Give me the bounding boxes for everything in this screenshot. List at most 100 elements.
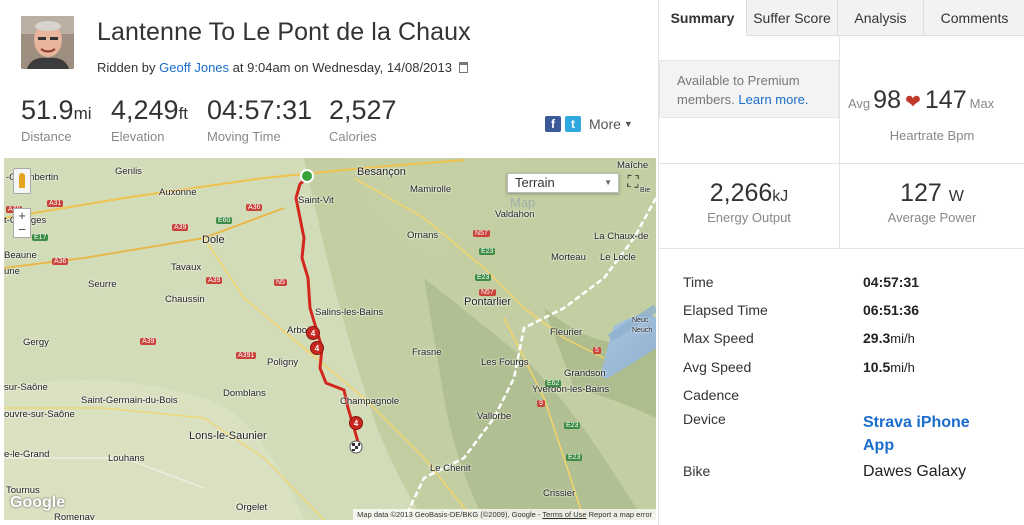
street-view-pegman-icon[interactable] bbox=[13, 168, 31, 194]
athlete-link[interactable]: Geoff Jones bbox=[159, 60, 229, 75]
map-place-label: Domblans bbox=[223, 388, 266, 399]
zoom-in-button[interactable]: + bbox=[14, 209, 30, 223]
hr-max-value: 147 bbox=[924, 86, 967, 114]
share-bar: f t More ▼ bbox=[545, 116, 633, 132]
twitter-icon[interactable]: t bbox=[565, 116, 581, 132]
tab-bar: Summary Suffer Score Analysis Comments bbox=[659, 0, 1024, 36]
detail-key: Max Speed bbox=[683, 330, 754, 346]
zoom-out-button[interactable]: − bbox=[14, 223, 30, 237]
map-layer-value: Terrain bbox=[515, 175, 555, 190]
map-place-label: Yverdon-les-Bains bbox=[532, 384, 610, 395]
map-place-label: Besançon bbox=[357, 166, 406, 178]
energy-unit: kJ bbox=[772, 188, 789, 205]
fullscreen-icon[interactable]: ⛶ bbox=[623, 173, 643, 193]
route-marker[interactable]: 4 bbox=[310, 341, 324, 355]
road-badge: E23 bbox=[566, 454, 583, 461]
detail-value: 06:51:36 bbox=[863, 302, 919, 318]
map-place-label: Orgelet bbox=[236, 502, 268, 513]
road-badge: E17 bbox=[32, 234, 49, 241]
stat-moving-time: 04:57:31 Moving Time bbox=[207, 95, 312, 144]
map-place-label: Neuch bbox=[632, 327, 653, 334]
power-value: 127 bbox=[900, 179, 942, 207]
map-watermark: Map bbox=[510, 195, 536, 210]
road-badge: A31 bbox=[47, 200, 64, 207]
road-badge: N5 bbox=[274, 279, 287, 286]
map-place-label: Poligny bbox=[267, 357, 299, 368]
detail-unit: mi/h bbox=[890, 331, 915, 346]
facebook-icon[interactable]: f bbox=[545, 116, 561, 132]
athlete-avatar[interactable] bbox=[21, 16, 74, 69]
stat-label: Distance bbox=[21, 129, 72, 144]
energy-value: 2,266 bbox=[709, 179, 773, 207]
detail-key: Time bbox=[683, 274, 714, 290]
activity-title: Lantenne To Le Pont de la Chaux bbox=[97, 18, 471, 46]
map-place-label: Champagnole bbox=[340, 396, 400, 407]
road-badge: A36 bbox=[246, 204, 263, 211]
map-place-label: Les Fourgs bbox=[481, 357, 529, 368]
stat-calories: 2,527 Calories bbox=[329, 95, 397, 144]
hr-max-label: Max bbox=[969, 96, 995, 111]
hr-avg-label: Avg bbox=[848, 96, 871, 111]
map-place-label: Beaune bbox=[4, 250, 37, 261]
average-power: 127 W Average Power bbox=[839, 179, 1024, 225]
heart-icon: ❤ bbox=[904, 92, 921, 113]
map-place-label: Crissier bbox=[543, 488, 576, 499]
detail-value: 29.3mi/h bbox=[863, 330, 915, 346]
stat-unit: ft bbox=[178, 104, 189, 123]
google-logo: Google bbox=[10, 494, 66, 511]
map-place-label: Auxonne bbox=[159, 187, 197, 198]
map-place-label: Le Locle bbox=[600, 252, 636, 263]
map-place-label: Saint-Vit bbox=[298, 195, 334, 206]
stat-distance: 51.9mi Distance bbox=[21, 95, 92, 144]
tab-comments[interactable]: Comments bbox=[924, 0, 1024, 36]
detail-key: Bike bbox=[683, 463, 711, 479]
activity-summary-panel: Summary Suffer Score Analysis Comments A… bbox=[658, 0, 1024, 525]
map-place-label: Salins-les-Bains bbox=[315, 307, 384, 318]
calendar-icon[interactable] bbox=[458, 62, 468, 73]
zoom-control[interactable]: + − bbox=[13, 208, 31, 238]
detail-value: Dawes Galaxy bbox=[863, 463, 967, 480]
hr-label-text: Heartrate bbox=[889, 128, 944, 143]
map-place-label: Mamirolle bbox=[410, 184, 452, 195]
road-badge: A36 bbox=[52, 258, 69, 265]
map-attribution-text: Map data ©2013 GeoBasis-DE/BKG (©2009), … bbox=[357, 510, 541, 519]
more-dropdown[interactable]: More ▼ bbox=[589, 116, 633, 132]
map-place-label: e-le-Grand bbox=[4, 449, 50, 460]
road-badge: 9 bbox=[537, 400, 545, 407]
map-place-label: Saint-Germain-du-Bois bbox=[81, 395, 178, 406]
tab-analysis[interactable]: Analysis bbox=[838, 0, 924, 36]
map-place-label: Chaussin bbox=[165, 294, 205, 305]
road-badge: A391 bbox=[236, 352, 257, 359]
route-marker[interactable]: 4 bbox=[306, 326, 320, 340]
hr-avg-value: 98 bbox=[873, 86, 901, 114]
detail-value-text: 29.3 bbox=[863, 330, 891, 346]
map-place-label: Neuc bbox=[632, 317, 649, 324]
chevron-down-icon: ▼ bbox=[623, 119, 633, 129]
road-badge: E23 bbox=[564, 422, 581, 429]
map-place-label: Fleurier bbox=[550, 327, 583, 338]
premium-notice: Available to Premium members. Learn more… bbox=[659, 60, 839, 118]
power-unit: W bbox=[948, 188, 964, 205]
map-attribution: Map data ©2013 GeoBasis-DE/BKG (©2009), … bbox=[353, 509, 656, 520]
activity-time: 9:04am bbox=[247, 60, 291, 75]
map-place-label: Louhans bbox=[108, 453, 145, 464]
route-marker[interactable]: 4 bbox=[349, 416, 363, 430]
report-map-error-link[interactable]: Report a map error bbox=[589, 510, 652, 519]
detail-key: Avg Speed bbox=[683, 359, 752, 375]
road-badge: A39 bbox=[206, 277, 223, 284]
terms-link[interactable]: Terms of Use bbox=[542, 510, 586, 519]
device-link[interactable]: Strava iPhone App bbox=[863, 411, 1003, 457]
detail-value-text: 10.5 bbox=[863, 359, 891, 375]
map-place-label: Le Chenit bbox=[430, 463, 471, 474]
stat-value: 04:57:31 bbox=[207, 95, 313, 125]
detail-value-text: 04:57:31 bbox=[863, 274, 920, 290]
map-layer-select[interactable]: Terrain ▼ bbox=[507, 173, 619, 193]
at-prefix: at bbox=[232, 60, 244, 75]
route-map[interactable]: Maîche -Chambertin Genlis Auxonne Besanç… bbox=[4, 158, 656, 520]
learn-more-link[interactable]: Learn more. bbox=[738, 92, 808, 107]
tab-summary[interactable]: Summary bbox=[659, 0, 747, 36]
on-prefix: on bbox=[294, 60, 309, 75]
heartrate-label: Heartrate Bpm bbox=[839, 128, 1024, 143]
tab-suffer-score[interactable]: Suffer Score bbox=[747, 0, 838, 36]
power-label: Average Power bbox=[887, 210, 977, 225]
